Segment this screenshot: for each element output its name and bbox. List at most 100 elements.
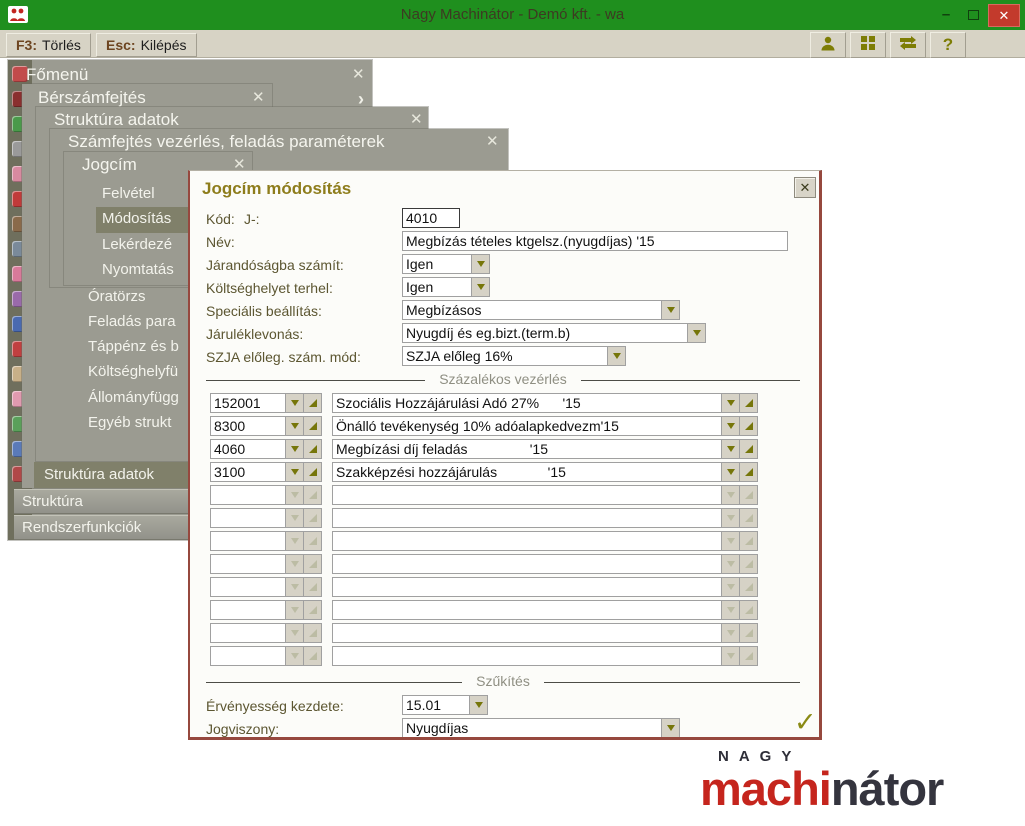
corner-grip-icon[interactable] xyxy=(304,485,322,505)
chevron-down-icon[interactable] xyxy=(286,554,304,574)
percent-name-field[interactable] xyxy=(332,531,722,551)
corner-grip-icon[interactable] xyxy=(740,462,758,482)
percent-name-field[interactable] xyxy=(332,600,722,620)
corner-grip-icon[interactable] xyxy=(304,439,322,459)
chevron-down-icon[interactable] xyxy=(472,277,490,297)
user-button[interactable] xyxy=(810,32,846,58)
close-button[interactable]: ✕ xyxy=(988,4,1020,27)
percent-code-field[interactable]: 4060 xyxy=(210,439,286,459)
chevron-down-icon[interactable] xyxy=(722,393,740,413)
percent-name-field[interactable]: Megbízási díj feladás '15 xyxy=(332,439,722,459)
percent-name-field[interactable] xyxy=(332,577,722,597)
percent-code-field[interactable] xyxy=(210,508,286,528)
menu-item-tappenz[interactable]: Táppénz és b xyxy=(88,338,179,355)
szja-select[interactable]: SZJA előleg 16% xyxy=(402,346,626,366)
percent-code-combo[interactable] xyxy=(210,531,322,551)
transfer-button[interactable] xyxy=(890,32,926,58)
percent-code-field[interactable] xyxy=(210,554,286,574)
percent-name-field[interactable] xyxy=(332,646,722,666)
szja-value[interactable]: SZJA előleg 16% xyxy=(402,346,608,366)
maximize-button[interactable] xyxy=(960,4,986,25)
nev-input[interactable] xyxy=(402,231,788,251)
chevron-down-icon[interactable] xyxy=(722,439,740,459)
minimize-button[interactable]: – xyxy=(933,4,959,25)
corner-grip-icon[interactable] xyxy=(304,508,322,528)
percent-code-combo[interactable] xyxy=(210,508,322,528)
kod-input[interactable] xyxy=(402,208,460,228)
percent-name-field[interactable]: Szakképzési hozzájárulás '15 xyxy=(332,462,722,482)
percent-code-combo[interactable] xyxy=(210,600,322,620)
menu-item-allomanyfugg[interactable]: Állományfügg xyxy=(88,389,179,406)
chevron-down-icon[interactable] xyxy=(286,508,304,528)
chevron-down-icon[interactable] xyxy=(286,439,304,459)
percent-name-combo[interactable] xyxy=(332,531,758,551)
chevron-down-icon[interactable] xyxy=(722,485,740,505)
menu-item-egyeb-struktura[interactable]: Egyéb strukt xyxy=(88,414,171,431)
percent-code-field[interactable] xyxy=(210,531,286,551)
percent-code-combo[interactable] xyxy=(210,577,322,597)
close-icon[interactable]: ✕ xyxy=(252,90,265,105)
percent-code-combo[interactable] xyxy=(210,623,322,643)
menu-item-oratorzs[interactable]: Óratörzs xyxy=(88,288,146,305)
percent-name-field[interactable] xyxy=(332,485,722,505)
jarulek-select[interactable]: Nyugdíj és eg.bizt.(term.b) xyxy=(402,323,706,343)
chevron-down-icon[interactable] xyxy=(286,623,304,643)
corner-grip-icon[interactable] xyxy=(304,600,322,620)
corner-grip-icon[interactable] xyxy=(304,416,322,436)
percent-name-combo[interactable]: Önálló tevékenység 10% adóalapkedvezm'15 xyxy=(332,416,758,436)
specialis-value[interactable]: Megbízásos xyxy=(402,300,662,320)
menu-item-felvetel[interactable]: Felvétel xyxy=(102,185,155,202)
corner-grip-icon[interactable] xyxy=(304,623,322,643)
corner-grip-icon[interactable] xyxy=(740,646,758,666)
jarulek-value[interactable]: Nyugdíj és eg.bizt.(term.b) xyxy=(402,323,688,343)
corner-grip-icon[interactable] xyxy=(740,439,758,459)
chevron-down-icon[interactable] xyxy=(722,508,740,528)
chevron-down-icon[interactable] xyxy=(286,393,304,413)
chevron-down-icon[interactable] xyxy=(286,577,304,597)
percent-name-field[interactable]: Önálló tevékenység 10% adóalapkedvezm'15 xyxy=(332,416,722,436)
corner-grip-icon[interactable] xyxy=(304,646,322,666)
chevron-down-icon[interactable] xyxy=(662,300,680,320)
close-icon[interactable]: ✕ xyxy=(486,134,499,149)
close-icon[interactable]: ✕ xyxy=(410,112,423,127)
percent-name-combo[interactable]: Megbízási díj feladás '15 xyxy=(332,439,758,459)
close-icon[interactable]: ✕ xyxy=(352,67,365,82)
corner-grip-icon[interactable] xyxy=(304,462,322,482)
delete-button[interactable]: F3: Törlés xyxy=(6,33,91,57)
menu-item-feladas-param[interactable]: Feladás para xyxy=(88,313,176,330)
jogviszony-select[interactable]: Nyugdíjas xyxy=(402,718,680,738)
corner-grip-icon[interactable] xyxy=(740,485,758,505)
percent-code-combo[interactable] xyxy=(210,646,322,666)
corner-grip-icon[interactable] xyxy=(740,623,758,643)
corner-grip-icon[interactable] xyxy=(304,531,322,551)
corner-grip-icon[interactable] xyxy=(304,393,322,413)
percent-code-field[interactable] xyxy=(210,623,286,643)
percent-name-field[interactable]: Szociális Hozzájárulási Adó 27% '15 xyxy=(332,393,722,413)
chevron-down-icon[interactable] xyxy=(662,718,680,738)
chevron-down-icon[interactable] xyxy=(688,323,706,343)
chevron-down-icon[interactable] xyxy=(286,416,304,436)
chevron-down-icon[interactable] xyxy=(722,531,740,551)
ervenyesseg-select[interactable]: 15.01 xyxy=(402,695,488,715)
chevron-down-icon[interactable] xyxy=(722,416,740,436)
corner-grip-icon[interactable] xyxy=(740,416,758,436)
chevron-down-icon[interactable] xyxy=(608,346,626,366)
chevron-down-icon[interactable] xyxy=(286,600,304,620)
corner-grip-icon[interactable] xyxy=(304,577,322,597)
menu-item-lekerdezes[interactable]: Lekérdezé xyxy=(102,236,172,253)
chevron-down-icon[interactable] xyxy=(722,623,740,643)
corner-grip-icon[interactable] xyxy=(304,554,322,574)
percent-name-combo[interactable] xyxy=(332,623,758,643)
modules-button[interactable] xyxy=(850,32,886,58)
jogviszony-value[interactable]: Nyugdíjas xyxy=(402,718,662,738)
jarandosag-select[interactable]: Igen xyxy=(402,254,490,274)
percent-name-field[interactable] xyxy=(332,623,722,643)
specialis-select[interactable]: Megbízásos xyxy=(402,300,680,320)
help-button[interactable]: ? xyxy=(930,32,966,58)
menu-item-nyomtatas[interactable]: Nyomtatás xyxy=(102,261,174,278)
chevron-down-icon[interactable] xyxy=(722,554,740,574)
chevron-down-icon[interactable] xyxy=(722,577,740,597)
percent-code-combo[interactable]: 4060 xyxy=(210,439,322,459)
koltseghely-value[interactable]: Igen xyxy=(402,277,472,297)
chevron-down-icon[interactable] xyxy=(722,462,740,482)
